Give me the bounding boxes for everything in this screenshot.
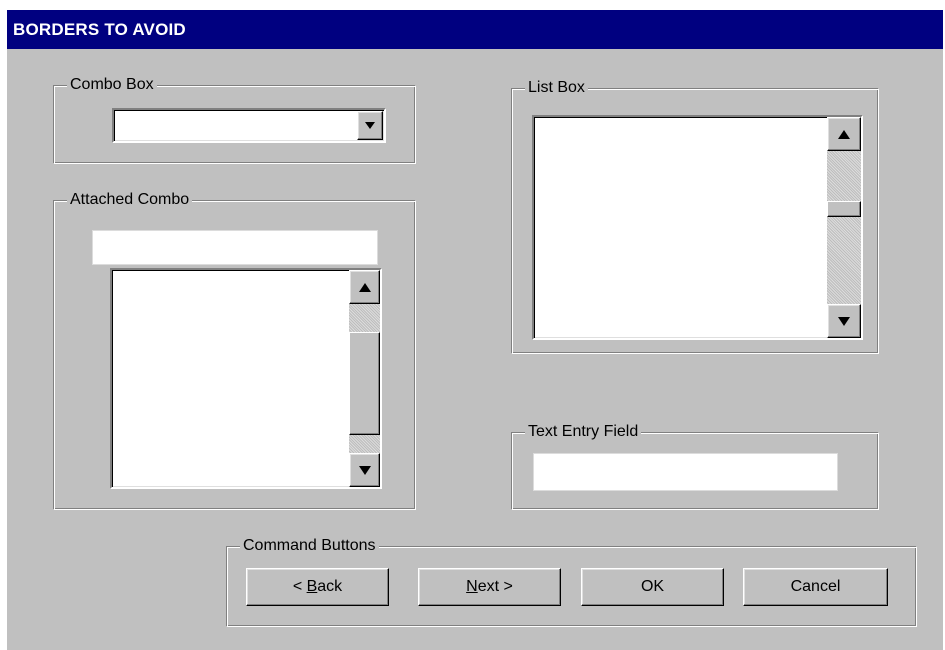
- scroll-down-arrow-icon: [358, 465, 371, 475]
- list-box-group: List Box: [511, 78, 879, 354]
- list-box-scroll-up-button[interactable]: [827, 117, 861, 151]
- cancel-button[interactable]: Cancel: [743, 568, 888, 606]
- back-button[interactable]: < Back: [246, 568, 389, 606]
- dropdown-arrow-icon: [365, 122, 375, 129]
- combo-box-dropdown-button[interactable]: [357, 111, 383, 140]
- next-button[interactable]: Next >: [418, 568, 561, 606]
- combo-box-group: Combo Box: [53, 75, 416, 164]
- back-button-label: < Back: [292, 578, 343, 595]
- dialog-window: BORDERS TO AVOID Combo Box Attached Comb…: [7, 10, 943, 650]
- combo-box-group-label: Combo Box: [67, 75, 157, 95]
- text-entry-field[interactable]: [533, 453, 838, 491]
- attached-combo-scroll-down-button[interactable]: [349, 453, 380, 487]
- attached-combo-group-label: Attached Combo: [67, 190, 193, 210]
- next-button-label: Next >: [466, 578, 513, 595]
- next-mnemonic: N: [466, 578, 478, 595]
- attached-combo-group: Attached Combo: [53, 190, 416, 510]
- attached-combo-input[interactable]: [92, 230, 378, 265]
- scroll-up-arrow-icon: [358, 282, 371, 292]
- text-entry-group: Text Entry Field: [511, 422, 879, 510]
- list-box-group-label: List Box: [525, 78, 588, 98]
- combo-box[interactable]: [112, 108, 386, 143]
- list-box-scroll-thumb[interactable]: [827, 201, 861, 217]
- attached-combo-scroll-up-button[interactable]: [349, 270, 380, 304]
- attached-combo-scroll-thumb[interactable]: [349, 332, 380, 435]
- text-entry-group-label: Text Entry Field: [525, 422, 642, 442]
- command-buttons-group: Command Buttons < Back Next > OK Cancel: [226, 536, 917, 627]
- list-box[interactable]: [532, 115, 863, 340]
- scroll-up-arrow-icon: [838, 129, 850, 139]
- command-buttons-group-label: Command Buttons: [240, 536, 379, 556]
- window-title: BORDERS TO AVOID: [7, 10, 943, 49]
- back-mnemonic: B: [306, 578, 318, 595]
- attached-combo-list[interactable]: [110, 268, 382, 489]
- scroll-down-arrow-icon: [838, 316, 850, 326]
- list-box-scroll-down-button[interactable]: [827, 304, 861, 338]
- ok-button[interactable]: OK: [581, 568, 724, 606]
